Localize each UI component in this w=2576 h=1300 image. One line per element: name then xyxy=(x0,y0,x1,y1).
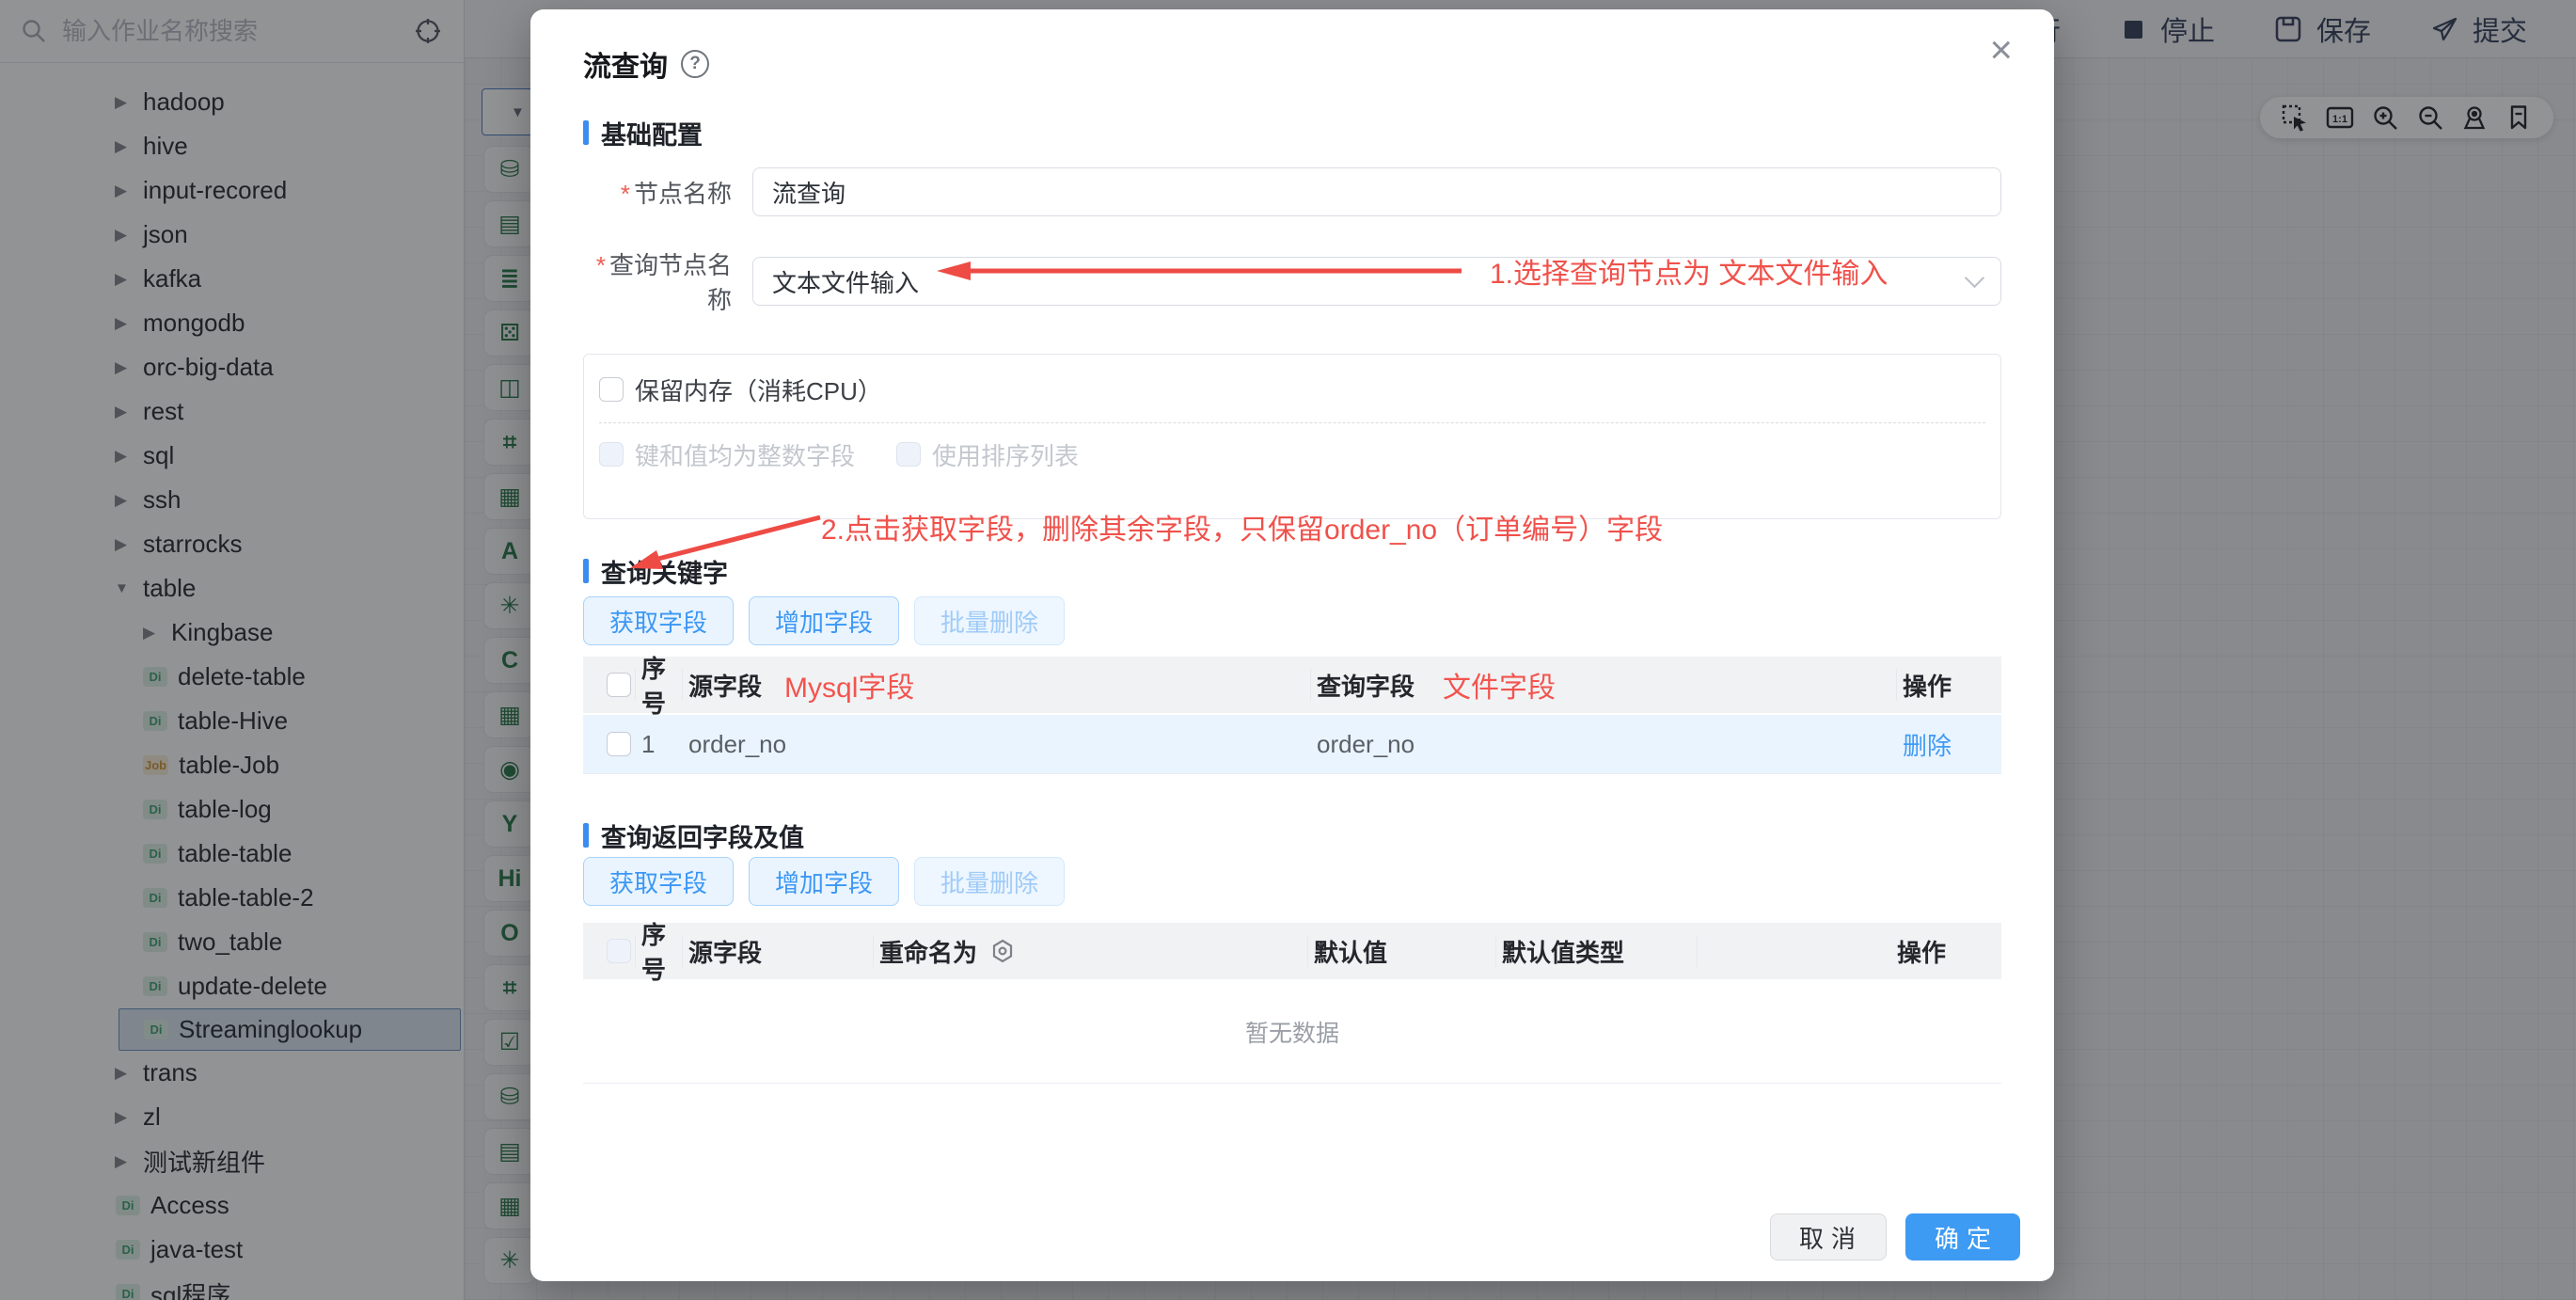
row-no: 1 xyxy=(636,730,683,759)
return-fields-section-header: 查询返回字段及值 xyxy=(583,821,2001,849)
stream-lookup-dialog: 流查询 ? × 基础配置 *节点名称 *查询节点名称 文本文件输入 xyxy=(530,9,2054,1281)
memory-options-box: 保留内存（消耗CPU） 键和值均为整数字段 使用排序列表 xyxy=(583,354,2001,519)
chevron-down-icon xyxy=(1965,267,1984,287)
confirm-button[interactable]: 确定 xyxy=(1905,1213,2020,1260)
required-mark: * xyxy=(621,180,630,208)
query-node-label: *查询节点名称 xyxy=(583,246,732,316)
keys-table-header: 序号 源字段 Mysql字段 查询字段 文件字段 操作 xyxy=(583,657,2001,715)
select-all-checkbox[interactable] xyxy=(607,673,631,697)
row-query-field: order_no xyxy=(1311,730,1897,759)
get-fields-button[interactable]: 获取字段 xyxy=(583,596,734,645)
keep-memory-label: 保留内存（消耗CPU） xyxy=(635,373,882,407)
return-actions: 获取字段 增加字段 批量删除 xyxy=(583,857,2001,906)
empty-placeholder: 暂无数据 xyxy=(583,981,2001,1084)
required-mark: * xyxy=(596,251,606,279)
sorted-list-checkbox xyxy=(896,442,921,467)
mysql-field-annotation: Mysql字段 xyxy=(784,664,914,705)
batch-delete-button: 批量删除 xyxy=(914,596,1065,645)
int-fields-checkbox xyxy=(599,442,624,467)
section-accent-bar xyxy=(583,823,589,848)
red-arrow-diagonal-icon xyxy=(619,510,831,578)
return-table: 序号 源字段 重命名为 默认值 默认值类型 操作 暂无数据 xyxy=(583,923,2001,1084)
col-query-header: 查询字段 文件字段 xyxy=(1311,669,1897,701)
int-fields-label: 键和值均为整数字段 xyxy=(635,437,855,472)
row-checkbox[interactable] xyxy=(607,732,631,756)
node-name-row: *节点名称 xyxy=(583,167,2001,216)
keys-table: 序号 源字段 Mysql字段 查询字段 文件字段 操作 1 order_no xyxy=(583,657,2001,774)
col-default-header: 默认值 xyxy=(1308,935,1496,967)
keys-actions: 获取字段 增加字段 批量删除 xyxy=(583,596,2001,645)
return-table-header: 序号 源字段 重命名为 默认值 默认值类型 操作 xyxy=(583,923,2001,981)
add-field-button[interactable]: 增加字段 xyxy=(749,857,899,906)
query-node-select-value: 文本文件输入 xyxy=(772,264,919,299)
settings-icon[interactable] xyxy=(990,939,1015,963)
delete-row-link[interactable]: 删除 xyxy=(1903,727,1952,762)
col-no-header: 序号 xyxy=(636,669,683,701)
sorted-list-label: 使用排序列表 xyxy=(932,437,1079,472)
section-accent-bar xyxy=(583,120,589,145)
keep-memory-checkbox[interactable] xyxy=(599,377,624,402)
col-rename-header: 重命名为 xyxy=(874,935,1308,967)
col-default-type-header: 默认值类型 xyxy=(1496,935,1698,967)
section-accent-bar xyxy=(583,559,589,583)
node-name-label: *节点名称 xyxy=(583,175,732,210)
batch-delete-button: 批量删除 xyxy=(914,857,1065,906)
col-action-header: 操作 xyxy=(1698,935,2001,967)
dashed-divider xyxy=(599,422,1985,423)
col-source-header: 源字段 xyxy=(683,935,874,967)
annotation-step1: 1.选择查询节点为 文本文件输入 xyxy=(929,250,1888,292)
col-no-header: 序号 xyxy=(636,935,683,967)
file-field-annotation: 文件字段 xyxy=(1443,664,1556,705)
get-fields-button[interactable]: 获取字段 xyxy=(583,857,734,906)
node-name-input[interactable] xyxy=(752,167,2001,216)
basic-config-section-header: 基础配置 xyxy=(583,119,2001,147)
col-source-header: 源字段 Mysql字段 xyxy=(683,669,1311,701)
red-arrow-left-icon xyxy=(929,259,1467,283)
add-field-button[interactable]: 增加字段 xyxy=(749,596,899,645)
table-row: 1 order_no order_no 删除 xyxy=(583,715,2001,774)
annotation-step2: 2.点击获取字段，删除其余字段，只保留order_no（订单编号）字段 xyxy=(821,506,1663,547)
dialog-footer: 取消 确定 xyxy=(1770,1213,2020,1260)
cancel-button[interactable]: 取消 xyxy=(1770,1213,1887,1260)
app-root: 运行 停止 保存 提交 1:1 xyxy=(0,0,2576,1300)
row-source-field: order_no xyxy=(683,730,1311,759)
select-all-checkbox xyxy=(607,939,631,963)
col-action-header: 操作 xyxy=(1897,669,2001,701)
